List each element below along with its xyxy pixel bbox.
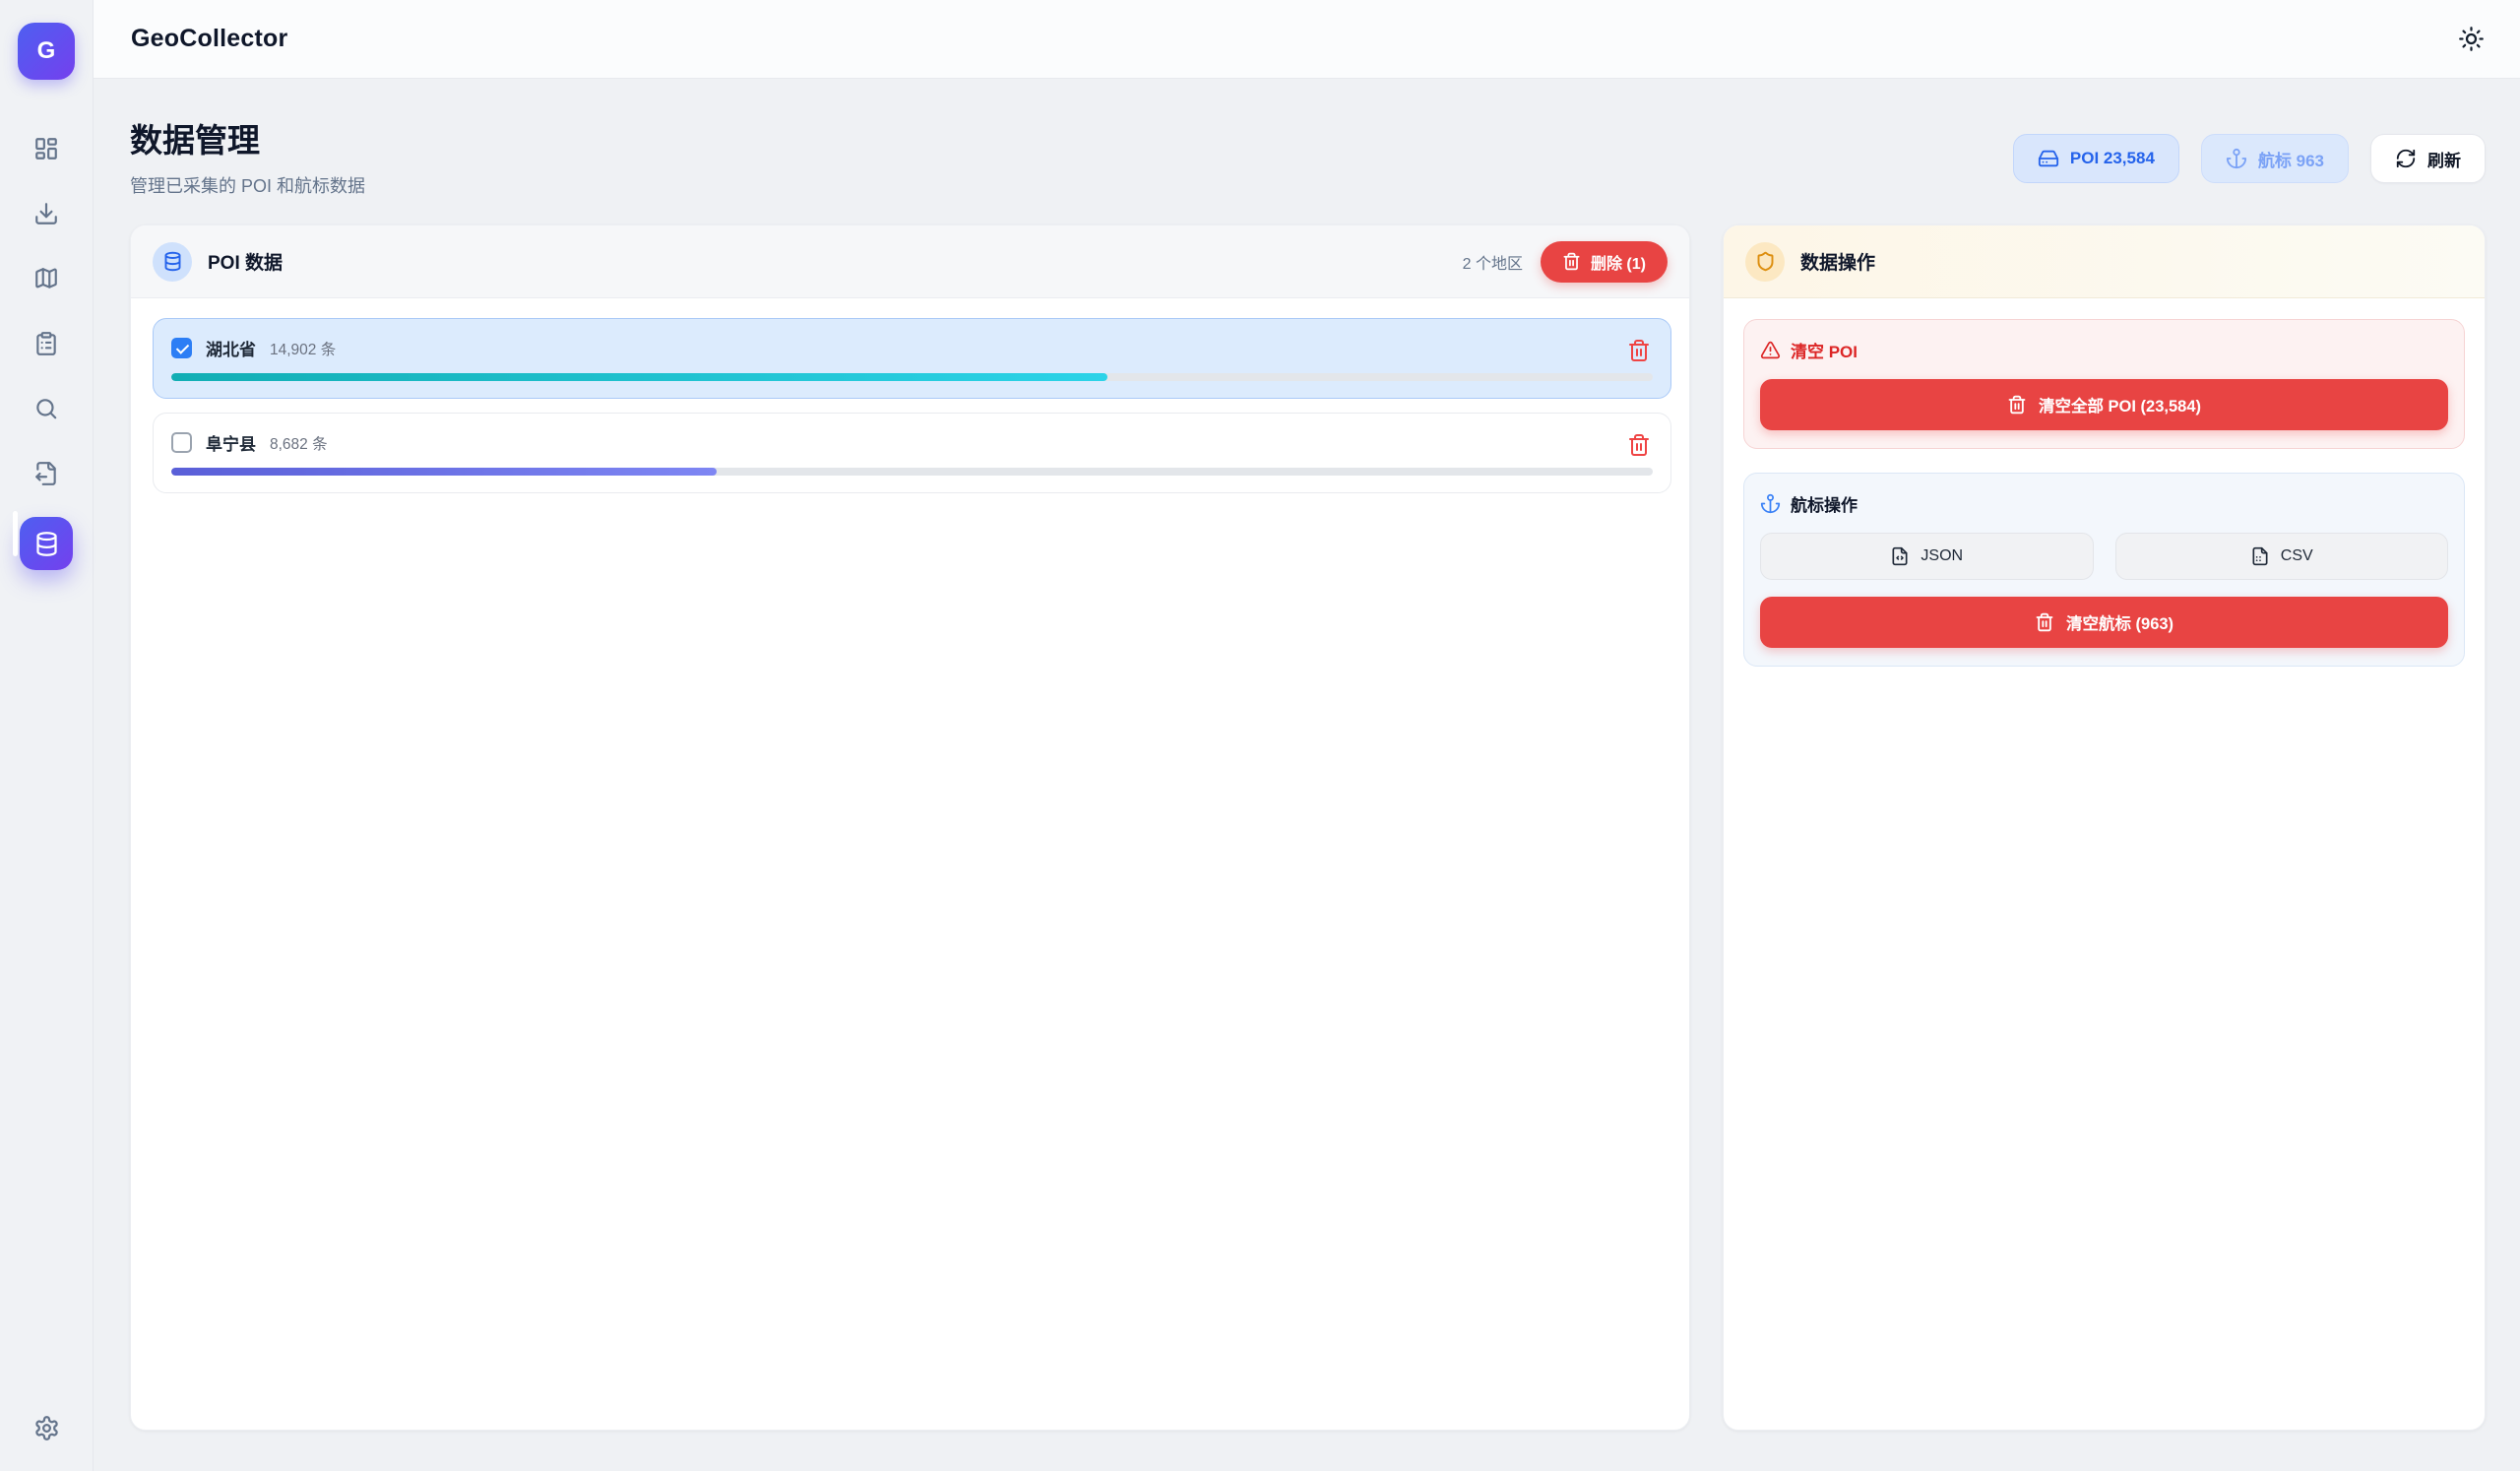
poi-panel: POI 数据 2 个地区 删除 (1) 湖北省 bbox=[130, 224, 1690, 1431]
delete-selected-button[interactable]: 删除 (1) bbox=[1541, 241, 1668, 283]
operations-panel: 数据操作 清空 POI 清空全部 POI (23,584) bbox=[1723, 224, 2486, 1431]
refresh-icon bbox=[2395, 148, 2417, 169]
poi-count-badge[interactable]: POI 23,584 bbox=[2013, 134, 2179, 183]
trash-icon bbox=[2007, 395, 2027, 415]
delete-region-button[interactable] bbox=[1623, 335, 1655, 366]
sidebar-item-export[interactable] bbox=[25, 452, 68, 495]
file-spreadsheet-icon bbox=[2250, 546, 2270, 566]
export-json-button[interactable]: JSON bbox=[1760, 533, 2094, 580]
trash-icon bbox=[1562, 252, 1581, 271]
region-name: 阜宁县 bbox=[206, 430, 256, 455]
poi-panel-header: POI 数据 2 个地区 删除 (1) bbox=[131, 225, 1689, 298]
export-csv-button[interactable]: CSV bbox=[2115, 533, 2449, 580]
database-badge-icon bbox=[153, 242, 192, 282]
layout-dashboard-icon bbox=[33, 136, 59, 161]
region-name: 湖北省 bbox=[206, 336, 256, 360]
region-count-value: 14,902 条 bbox=[270, 338, 336, 359]
anchor-icon bbox=[2226, 148, 2247, 169]
operations-panel-title: 数据操作 bbox=[1800, 248, 1875, 275]
clear-beacons-label: 清空航标 (963) bbox=[2066, 610, 2174, 634]
clear-beacons-button[interactable]: 清空航标 (963) bbox=[1760, 597, 2448, 648]
region-count: 2 个地区 bbox=[1463, 250, 1523, 274]
clear-poi-title: 清空 POI bbox=[1791, 338, 1858, 362]
toolbar: POI 23,584 航标 963 刷新 bbox=[2013, 134, 2486, 183]
top-bar: GeoCollector bbox=[94, 0, 2520, 79]
region-checkbox[interactable] bbox=[171, 432, 192, 453]
poi-region-row[interactable]: 阜宁县 8,682 条 bbox=[153, 413, 1671, 493]
clear-poi-card: 清空 POI 清空全部 POI (23,584) bbox=[1743, 319, 2465, 449]
trash-icon bbox=[1627, 433, 1651, 457]
sun-icon bbox=[2458, 26, 2485, 52]
sidebar-item-search[interactable] bbox=[25, 387, 68, 430]
hard-drive-icon bbox=[2038, 148, 2059, 169]
database-icon bbox=[33, 531, 60, 557]
clipboard-list-icon bbox=[33, 331, 59, 356]
theme-toggle-button[interactable] bbox=[2458, 26, 2485, 52]
sidebar-item-tasks[interactable] bbox=[25, 322, 68, 365]
region-count-value: 8,682 条 bbox=[270, 432, 328, 454]
region-progress-track bbox=[171, 468, 1653, 476]
beacon-count-badge[interactable]: 航标 963 bbox=[2201, 134, 2349, 183]
search-icon bbox=[33, 396, 59, 421]
sidebar: G bbox=[0, 0, 94, 1471]
beacon-operations-card: 航标操作 JSON CSV bbox=[1743, 473, 2465, 667]
file-json-icon bbox=[1890, 546, 1910, 566]
beacon-count-label: 航标 963 bbox=[2258, 147, 2324, 171]
export-csv-label: CSV bbox=[2281, 547, 2313, 565]
sidebar-item-collect[interactable] bbox=[25, 192, 68, 235]
export-buttons: JSON CSV bbox=[1760, 533, 2448, 580]
delete-region-button[interactable] bbox=[1623, 429, 1655, 461]
panels: POI 数据 2 个地区 删除 (1) 湖北省 bbox=[130, 224, 2486, 1431]
refresh-label: 刷新 bbox=[2427, 147, 2461, 171]
map-icon bbox=[33, 266, 59, 291]
region-progress-fill bbox=[171, 373, 1107, 381]
export-json-label: JSON bbox=[1921, 547, 1963, 565]
poi-panel-title: POI 数据 bbox=[208, 248, 283, 275]
download-icon bbox=[33, 201, 59, 226]
clear-all-poi-label: 清空全部 POI (23,584) bbox=[2039, 393, 2201, 416]
delete-selected-label: 删除 (1) bbox=[1591, 250, 1646, 274]
region-progress-fill bbox=[171, 468, 717, 476]
main-content: 数据管理 管理已采集的 POI 和航标数据 POI 23,584 航标 963 bbox=[94, 79, 2520, 1471]
sidebar-settings[interactable] bbox=[0, 1415, 94, 1441]
poi-region-row[interactable]: 湖北省 14,902 条 bbox=[153, 318, 1671, 399]
operations-panel-header: 数据操作 bbox=[1724, 225, 2485, 298]
sidebar-item-dashboard[interactable] bbox=[25, 127, 68, 170]
sidebar-item-data[interactable] bbox=[20, 517, 73, 570]
operations-panel-body: 清空 POI 清空全部 POI (23,584) 航标操作 bbox=[1724, 298, 2485, 667]
warning-triangle-icon bbox=[1760, 340, 1781, 360]
trash-icon bbox=[2035, 612, 2054, 632]
region-progress-track bbox=[171, 373, 1653, 381]
app-title: GeoCollector bbox=[131, 25, 287, 53]
file-output-icon bbox=[33, 461, 59, 486]
poi-count-label: POI 23,584 bbox=[2070, 149, 2155, 168]
page-subtitle: 管理已采集的 POI 和航标数据 bbox=[130, 172, 365, 198]
gear-icon bbox=[33, 1415, 60, 1441]
avatar[interactable]: G bbox=[18, 23, 75, 80]
active-item-indicator bbox=[13, 511, 18, 556]
region-checkbox[interactable] bbox=[171, 338, 192, 358]
refresh-button[interactable]: 刷新 bbox=[2370, 134, 2486, 183]
shield-icon bbox=[1745, 242, 1785, 282]
sidebar-item-map[interactable] bbox=[25, 257, 68, 300]
page-title: 数据管理 bbox=[130, 114, 365, 161]
sidebar-nav bbox=[20, 127, 73, 570]
poi-panel-body: 湖北省 14,902 条 阜宁县 bbox=[131, 298, 1689, 507]
trash-icon bbox=[1627, 339, 1651, 362]
beacon-operations-title: 航标操作 bbox=[1791, 491, 1858, 516]
anchor-icon bbox=[1760, 493, 1781, 514]
clear-all-poi-button[interactable]: 清空全部 POI (23,584) bbox=[1760, 379, 2448, 430]
page-head: 数据管理 管理已采集的 POI 和航标数据 POI 23,584 航标 963 bbox=[130, 114, 2486, 198]
